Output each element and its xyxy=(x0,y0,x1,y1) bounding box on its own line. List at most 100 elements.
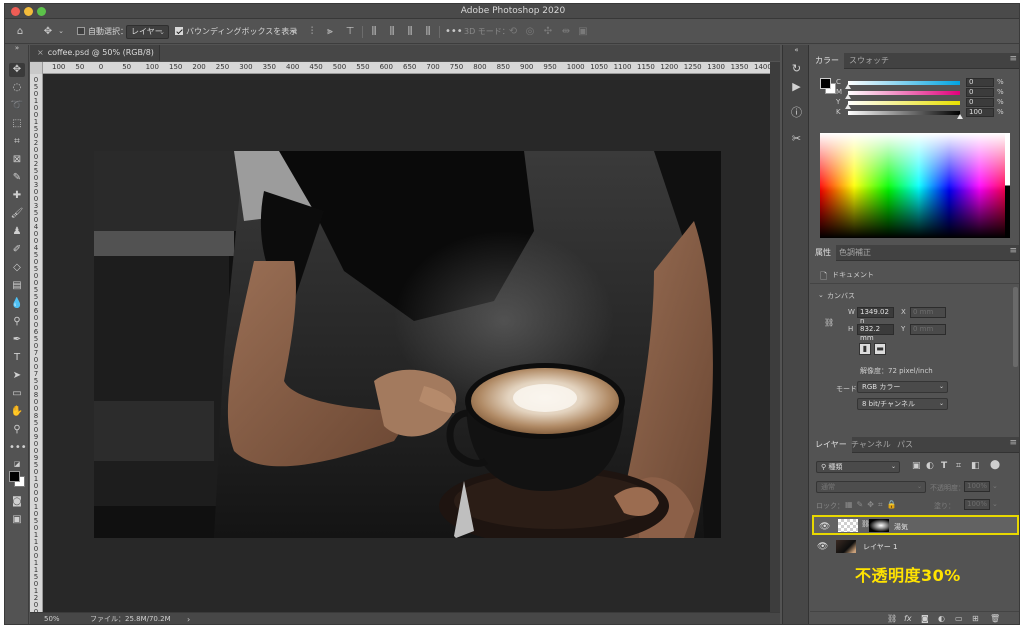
status-chevron-icon[interactable]: › xyxy=(187,613,190,624)
dock-collapse-icon[interactable]: « xyxy=(789,43,804,58)
home-icon[interactable]: ⌂ xyxy=(15,26,25,37)
3d-pan-icon[interactable]: ✣ xyxy=(543,26,553,37)
align-top-icon[interactable]: ⊤ xyxy=(345,26,355,37)
3d-slide-icon[interactable]: ⇹ xyxy=(561,26,571,37)
frame-tool-icon[interactable]: ⊠ xyxy=(9,153,25,167)
distribute-center-icon[interactable]: ⫼ xyxy=(387,26,397,37)
path-selection-tool-icon[interactable]: ➤ xyxy=(9,369,25,383)
default-colors-icon[interactable]: ◪ xyxy=(9,457,25,471)
auto-select-checkbox[interactable]: 自動選択： xyxy=(77,25,128,39)
visibility-eye-icon[interactable]: 👁 xyxy=(819,522,830,532)
align-center-icon[interactable]: ⫶ xyxy=(307,26,317,37)
eyedropper-tool-icon[interactable]: ✎ xyxy=(9,171,25,185)
filter-smart-object-icon[interactable]: ◧ xyxy=(971,461,980,471)
slider-knob[interactable] xyxy=(957,114,963,119)
actions-panel-icon[interactable]: ▶ xyxy=(789,79,804,94)
bounding-box-checkbox[interactable]: バウンディングボックスを表示 xyxy=(175,25,297,39)
history-brush-tool-icon[interactable]: ✐ xyxy=(9,243,25,257)
history-panel-icon[interactable]: ↻ xyxy=(789,61,804,76)
foreground-color-swatch[interactable] xyxy=(9,471,20,482)
color-foreground-swatch[interactable] xyxy=(820,78,831,89)
adjustment-layer-icon[interactable]: ◐ xyxy=(938,614,945,623)
tools-panel-icon[interactable]: ✂ xyxy=(789,131,804,146)
filter-type-icon[interactable]: T xyxy=(941,461,947,471)
tool-preset-chevron-icon[interactable]: ⌄ xyxy=(56,26,66,37)
filter-adjustment-icon[interactable]: ◐ xyxy=(926,461,934,471)
align-right-icon[interactable]: ⫸ xyxy=(325,26,335,37)
type-tool-icon[interactable]: T xyxy=(9,351,25,365)
link-dimensions-icon[interactable]: ⛓ xyxy=(824,318,834,327)
bit-depth-select[interactable]: 8 bit/チャンネル ⌄ xyxy=(857,398,948,410)
fill-chevron-icon[interactable]: ⌄ xyxy=(992,500,998,508)
tab-channels[interactable]: チャンネル xyxy=(846,437,896,453)
layer-row-layer1[interactable]: 👁 レイヤー 1 xyxy=(812,537,1019,557)
trash-icon[interactable]: 🗑 xyxy=(990,614,1000,623)
3d-roll-icon[interactable]: ◎ xyxy=(525,26,535,37)
filter-toggle-icon[interactable]: ⬤ xyxy=(990,460,1000,470)
screen-mode-icon[interactable]: ▣ xyxy=(9,513,25,527)
canvas-x-field[interactable]: 0 mm xyxy=(910,307,946,318)
clone-stamp-tool-icon[interactable]: ♟ xyxy=(9,225,25,239)
canvas-width-field[interactable]: 1349.02 n xyxy=(857,307,894,325)
object-select-tool-icon[interactable]: ⬚ xyxy=(9,117,25,131)
auto-select-target-select[interactable]: レイヤー ⌄ xyxy=(126,25,169,39)
visibility-eye-icon[interactable]: 👁 xyxy=(817,542,828,552)
slider-track[interactable] xyxy=(848,111,960,115)
link-layers-icon[interactable]: ⛓ xyxy=(887,614,897,623)
properties-panel-menu-icon[interactable]: ≡ xyxy=(1009,246,1017,256)
canvas-y-field[interactable]: 0 mm xyxy=(910,324,946,335)
slider-value-field[interactable]: 0 xyxy=(966,98,994,107)
info-panel-icon[interactable]: ⓘ xyxy=(789,105,804,120)
close-tab-icon[interactable]: × xyxy=(37,48,44,57)
fill-field[interactable]: 100% xyxy=(964,499,990,510)
edit-toolbar-icon[interactable]: ••• xyxy=(9,441,27,455)
move-tool-icon[interactable]: ✥ xyxy=(43,26,53,37)
hand-tool-icon[interactable]: ✋ xyxy=(9,405,25,419)
tab-color[interactable]: カラー xyxy=(810,53,844,69)
filter-shape-icon[interactable]: ⌗ xyxy=(956,461,961,471)
layer-filter-kind-select[interactable]: ⚲ 種類 ⌄ xyxy=(816,461,900,473)
eraser-tool-icon[interactable]: ◇ xyxy=(9,261,25,275)
color-spectrum[interactable] xyxy=(820,133,1010,238)
fx-icon[interactable]: fx xyxy=(904,614,912,623)
add-mask-icon[interactable]: ◙ xyxy=(921,614,929,623)
distribute-left-icon[interactable]: ⫼ xyxy=(369,26,379,37)
canvas-collapse-icon[interactable]: ⌄ xyxy=(818,291,824,299)
tab-swatches[interactable]: スウォッチ xyxy=(844,53,894,69)
new-group-icon[interactable]: ▭ xyxy=(955,614,963,623)
lock-options-icons[interactable]: ▦✎✥⌗🔒 xyxy=(845,500,900,510)
blend-mode-select[interactable]: 通常 ⌄ xyxy=(816,481,926,493)
tab-paths[interactable]: パス xyxy=(892,437,918,453)
slider-track[interactable] xyxy=(848,81,960,85)
quick-mask-icon[interactable]: ◙ xyxy=(9,495,25,509)
layer-row-steam[interactable]: 👁 ⛓ 湯気 xyxy=(812,515,1019,535)
3d-rotate-icon[interactable]: ⟲ xyxy=(508,26,518,37)
slider-value-field[interactable]: 0 xyxy=(966,78,994,87)
toolbox-collapse-icon[interactable]: » xyxy=(9,44,25,52)
layer-name[interactable]: 湯気 xyxy=(894,522,908,532)
pen-tool-icon[interactable]: ✒ xyxy=(9,333,25,347)
ruler-origin[interactable] xyxy=(30,62,43,74)
healing-brush-tool-icon[interactable]: ✚ xyxy=(9,189,25,203)
slider-value-field[interactable]: 100 xyxy=(966,108,994,117)
layer-mask-thumbnail[interactable] xyxy=(869,519,889,532)
brush-tool-icon[interactable]: 🖌 xyxy=(9,207,25,221)
move-tool-icon[interactable]: ✥ xyxy=(9,63,25,77)
zoom-tool-icon[interactable]: ⚲ xyxy=(9,423,25,437)
color-panel-menu-icon[interactable]: ≡ xyxy=(1009,54,1017,64)
blur-tool-icon[interactable]: 💧 xyxy=(9,297,25,311)
distribute-top-icon[interactable]: ⫼ xyxy=(423,26,433,37)
spectrum-black-white[interactable] xyxy=(1005,133,1010,238)
tab-properties[interactable]: 属性 xyxy=(810,245,836,261)
properties-scrollbar[interactable] xyxy=(1013,287,1018,367)
more-options-icon[interactable]: ••• xyxy=(445,26,463,37)
canvas-vertical-scrollbar[interactable] xyxy=(770,62,780,612)
lasso-tool-icon[interactable]: ➰ xyxy=(9,99,25,113)
new-layer-icon[interactable]: ⊞ xyxy=(972,614,979,623)
slider-track[interactable] xyxy=(848,91,960,95)
distribute-right-icon[interactable]: ⫼ xyxy=(405,26,415,37)
tab-adjustments[interactable]: 色調補正 xyxy=(834,245,876,261)
filter-pixel-icon[interactable]: ▣ xyxy=(912,461,921,471)
rectangle-tool-icon[interactable]: ▭ xyxy=(9,387,25,401)
layers-panel-menu-icon[interactable]: ≡ xyxy=(1009,438,1017,448)
